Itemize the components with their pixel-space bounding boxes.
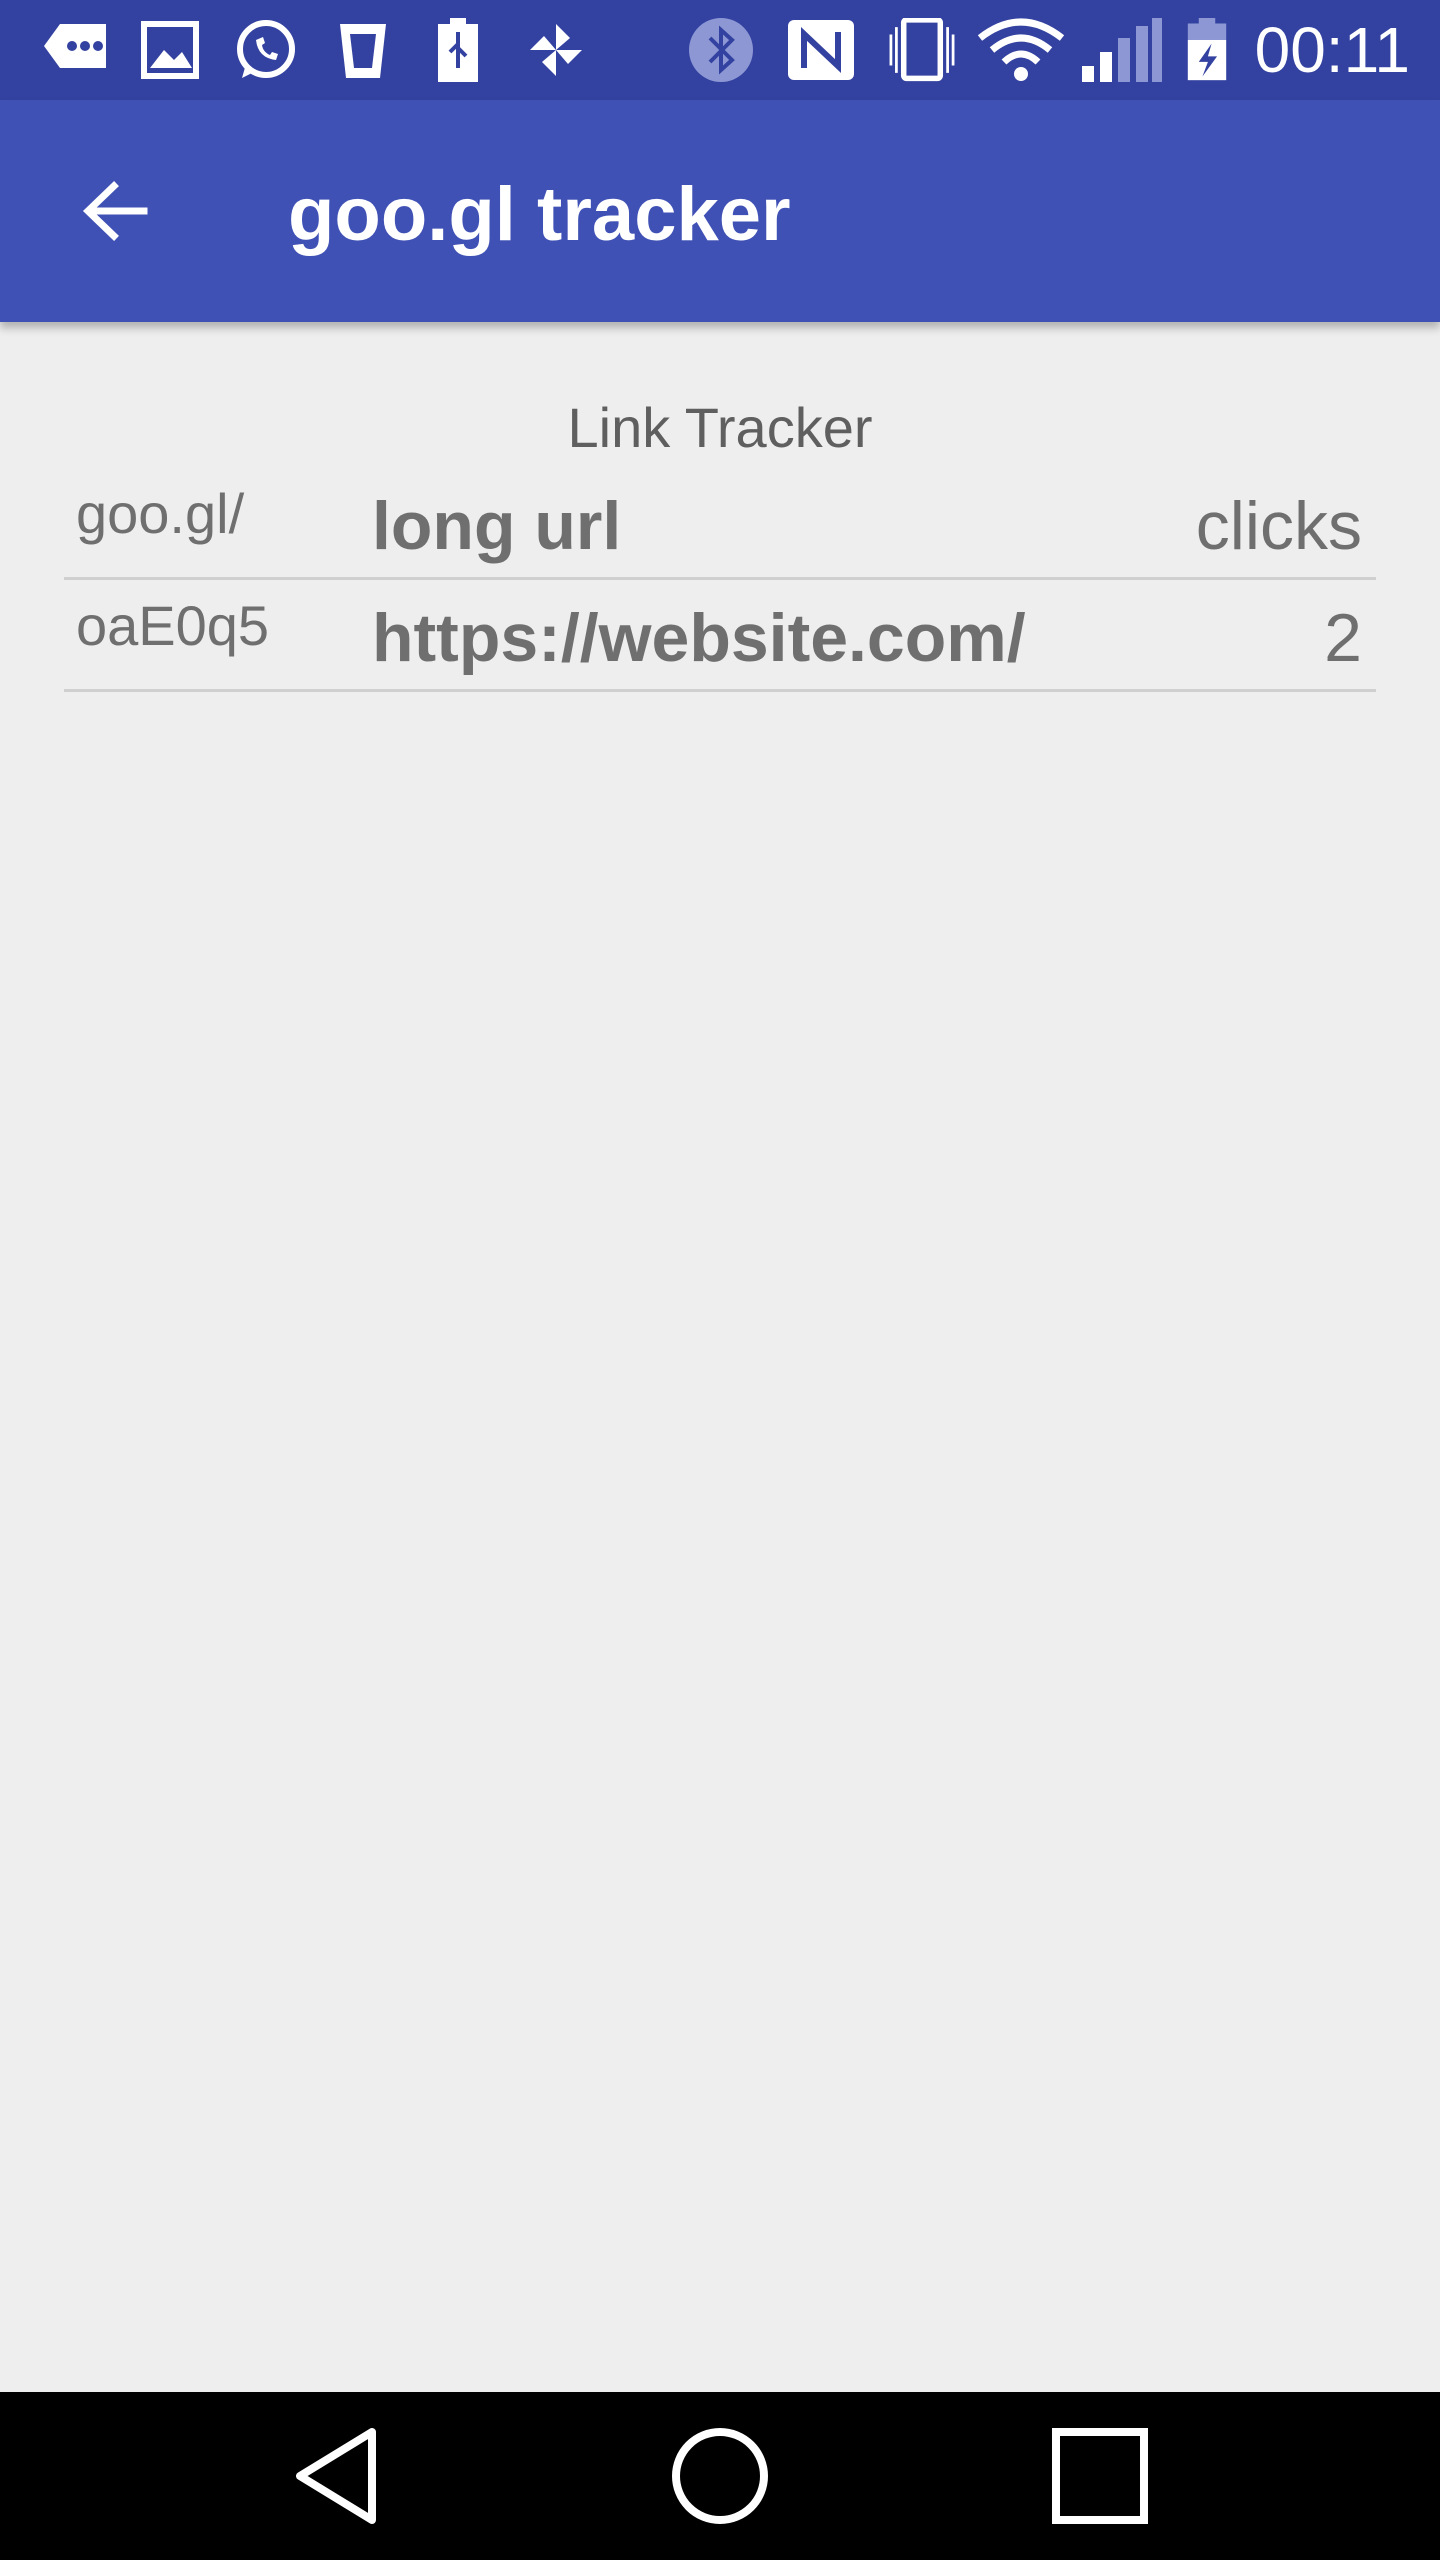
home-circle-icon: [672, 2428, 768, 2524]
row-long-url: https://website.com/: [372, 600, 1026, 676]
recents-square-icon: [1052, 2428, 1148, 2524]
back-button[interactable]: [60, 156, 170, 266]
link-table: goo.gl/ long url clicks oaE0q5 https://w…: [64, 468, 1376, 692]
bluetooth-icon: [689, 18, 753, 82]
back-triangle-icon: [296, 2428, 376, 2524]
app-bar: goo.gl tracker: [0, 100, 1440, 322]
nav-recents-button[interactable]: [1040, 2416, 1160, 2536]
image-icon: [141, 21, 199, 79]
vibrate-icon: [889, 18, 955, 82]
header-clicks: clicks: [1195, 488, 1362, 564]
pinwheel-icon: [530, 24, 582, 76]
table-header-row: goo.gl/ long url clicks: [64, 468, 1376, 580]
battery-charging-icon: [1187, 18, 1227, 81]
header-short: goo.gl/: [76, 482, 245, 545]
cup-icon: [340, 24, 386, 78]
row-clicks: 2: [1324, 600, 1362, 676]
nav-back-button[interactable]: [280, 2416, 400, 2536]
message-more-icon: [44, 24, 106, 68]
screen: 00:11 goo.gl tracker Link Tracker goo.gl…: [0, 0, 1440, 2560]
wifi-icon: [977, 18, 1065, 81]
header-long-url: long url: [372, 488, 622, 564]
status-bar: 00:11: [0, 0, 1440, 100]
app-title: goo.gl tracker: [288, 172, 791, 257]
nav-bar: [0, 2392, 1440, 2560]
nfc-icon: [788, 20, 854, 80]
signal-icon: [1082, 18, 1162, 82]
table-row[interactable]: oaE0q5 https://website.com/ 2: [64, 580, 1376, 692]
status-time: 00:11: [1254, 14, 1410, 86]
section-title: Link Tracker: [567, 396, 873, 459]
whatsapp-icon: [237, 20, 295, 78]
arrow-back-icon: [82, 181, 148, 241]
usb-battery-icon: [438, 18, 478, 82]
row-short-code: oaE0q5: [76, 594, 270, 657]
nav-home-button[interactable]: [660, 2416, 780, 2536]
